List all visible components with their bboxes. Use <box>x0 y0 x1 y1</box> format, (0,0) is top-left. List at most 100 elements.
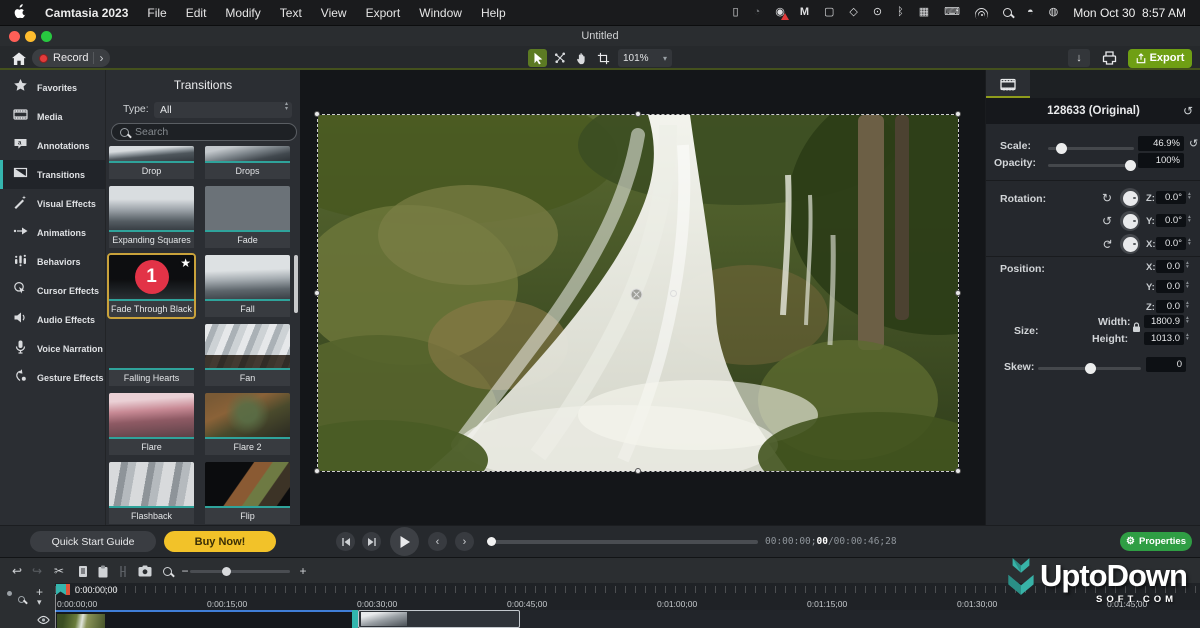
stepper-icon[interactable]: ▴▾ <box>1186 316 1189 324</box>
cut-button[interactable]: ✂ <box>50 562 68 580</box>
resize-handle-s[interactable] <box>635 468 641 474</box>
keyboard-icon[interactable]: ⌨ <box>944 7 960 18</box>
record-button[interactable]: Record › <box>32 49 110 67</box>
playback-progress-slider[interactable] <box>488 540 758 544</box>
previous-clip-button[interactable]: ‹ <box>428 532 447 551</box>
resize-handle-ne[interactable] <box>955 111 961 117</box>
height-value[interactable]: 1013.0 <box>1144 332 1184 345</box>
pan-tool-button[interactable] <box>572 49 591 67</box>
playhead-out-marker[interactable] <box>66 584 70 595</box>
rotate-x-icon[interactable]: ↻ <box>1100 239 1114 249</box>
download-button[interactable]: ↓ <box>1068 49 1090 67</box>
tab-media-properties[interactable] <box>986 70 1030 98</box>
rotation-y-value[interactable]: 0.0° <box>1156 214 1186 227</box>
home-button[interactable] <box>10 49 28 67</box>
menubar-clock[interactable]: Mon Oct 30 8:57 AM <box>1073 6 1186 20</box>
previous-frame-button[interactable] <box>336 532 355 551</box>
resize-handle-se[interactable] <box>955 468 961 474</box>
resize-handle-e[interactable] <box>955 290 961 296</box>
sidebar-item-transitions[interactable]: Transitions <box>0 160 105 189</box>
resize-handle-nw[interactable] <box>314 111 320 117</box>
favorite-star-icon[interactable]: ★ <box>180 256 191 270</box>
support-swirl-icon[interactable]: ◔ <box>754 7 761 18</box>
transition-card-falling-hearts[interactable]: Falling Hearts <box>109 324 194 386</box>
canvas-zoom-select[interactable]: 101% ▾ <box>618 49 672 67</box>
sidebar-item-gesture-effects[interactable]: Gesture Effects <box>0 363 105 392</box>
sidebar-item-voice-narration[interactable]: Voice Narration <box>0 334 105 363</box>
timeline-zoom-slider[interactable] <box>190 570 290 573</box>
transition-card-drop[interactable]: Drop <box>109 146 194 179</box>
zoom-in-button[interactable]: + <box>294 562 312 580</box>
undo-button[interactable]: ↩ <box>8 562 26 580</box>
sidebar-item-media[interactable]: Media <box>0 102 105 131</box>
rotation-anchor-icon[interactable] <box>630 288 643 306</box>
quick-start-guide-button[interactable]: Quick Start Guide <box>30 531 156 552</box>
rotation-x-value[interactable]: 0.0° <box>1156 237 1186 250</box>
chevron-right-icon[interactable]: › <box>99 51 103 65</box>
menu-item-file[interactable]: File <box>147 6 166 20</box>
position-z-value[interactable]: 0.0 <box>1156 300 1184 313</box>
fast-user-switch-icon[interactable]: ◓ <box>1027 7 1034 18</box>
transition-card-fade-through-black[interactable]: 1★Fade Through Black <box>109 255 194 317</box>
sidebar-item-animations[interactable]: Animations <box>0 218 105 247</box>
panel-scrollbar[interactable] <box>294 255 298 313</box>
stepper-icon[interactable]: ▴▾ <box>1186 301 1189 309</box>
rotation-dial-y[interactable] <box>1120 211 1140 231</box>
buy-now-button[interactable]: Buy Now! <box>164 531 276 552</box>
transition-card-flare-2[interactable]: Flare 2 <box>205 393 290 455</box>
transition-card-expanding-squares[interactable]: Expanding Squares <box>109 186 194 248</box>
position-x-value[interactable]: 0.0 <box>1156 260 1184 273</box>
search-input[interactable] <box>135 126 275 138</box>
menu-item-modify[interactable]: Modify <box>225 6 260 20</box>
menu-item-window[interactable]: Window <box>419 6 462 20</box>
rotate-z-icon[interactable]: ↻ <box>1102 191 1112 205</box>
stepper-icon[interactable]: ▴▾ <box>1188 192 1191 200</box>
wifi-icon[interactable] <box>975 8 988 18</box>
scale-slider[interactable] <box>1048 147 1134 150</box>
play-circle-icon[interactable]: ⊙ <box>873 7 882 18</box>
maxon-icon[interactable]: M <box>800 7 809 18</box>
position-y-value[interactable]: 0.0 <box>1156 280 1184 293</box>
opacity-slider[interactable] <box>1048 164 1134 167</box>
rotation-z-value[interactable]: 0.0° <box>1156 191 1186 204</box>
media-clip-1[interactable] <box>55 610 352 628</box>
stepper-icon[interactable]: ▴▾ <box>1186 333 1189 341</box>
battery-icon[interactable]: ▦ <box>919 7 929 18</box>
split-button[interactable] <box>114 562 132 580</box>
media-clip-2[interactable] <box>358 610 520 628</box>
stepper-icon[interactable]: ▴▾ <box>1188 215 1191 223</box>
crop-tool-button[interactable] <box>594 49 613 67</box>
collapse-tracks-button[interactable]: ▾ <box>37 597 42 608</box>
stepper-icon[interactable]: ▴▾ <box>1186 261 1189 269</box>
editing-canvas[interactable] <box>300 70 985 525</box>
skew-slider[interactable] <box>1038 367 1141 370</box>
stepper-icon[interactable]: ▴▾ <box>1186 281 1189 289</box>
transition-card-flashback[interactable]: Flashback <box>109 462 194 524</box>
sidebar-item-annotations[interactable]: aAnnotations <box>0 131 105 160</box>
copy-button[interactable] <box>74 562 92 580</box>
rotate-y-icon[interactable]: ↺ <box>1102 214 1112 228</box>
skew-value[interactable]: 0 <box>1146 357 1186 372</box>
shield-icon[interactable]: ◇ <box>849 7 857 18</box>
playhead-stem[interactable] <box>55 594 56 628</box>
rotation-handle-icon[interactable] <box>670 290 677 297</box>
resize-handle-n[interactable] <box>635 111 641 117</box>
next-frame-button[interactable] <box>362 532 381 551</box>
menu-item-text[interactable]: Text <box>280 6 302 20</box>
resize-handle-w[interactable] <box>314 290 320 296</box>
sidebar-item-audio-effects[interactable]: Audio Effects <box>0 305 105 334</box>
menu-item-edit[interactable]: Edit <box>186 6 207 20</box>
width-value[interactable]: 1800.9 <box>1144 315 1184 328</box>
transition-card-fall[interactable]: Fall <box>205 255 290 317</box>
menu-item-help[interactable]: Help <box>481 6 506 20</box>
reset-all-icon[interactable]: ↺ <box>1183 104 1193 118</box>
apple-logo-icon[interactable] <box>14 4 26 21</box>
sidebar-item-cursor-effects[interactable]: Cursor Effects <box>0 276 105 305</box>
sidebar-item-favorites[interactable]: Favorites <box>0 73 105 102</box>
search-icon[interactable] <box>1003 8 1012 17</box>
properties-toggle-button[interactable]: ⚙ Properties <box>1120 532 1192 551</box>
menubar-app-name[interactable]: Camtasia 2023 <box>45 6 128 20</box>
edit-points-tool-button[interactable] <box>550 49 569 67</box>
export-button[interactable]: Export <box>1128 49 1192 68</box>
transition-card-fade[interactable]: Fade <box>205 186 290 248</box>
